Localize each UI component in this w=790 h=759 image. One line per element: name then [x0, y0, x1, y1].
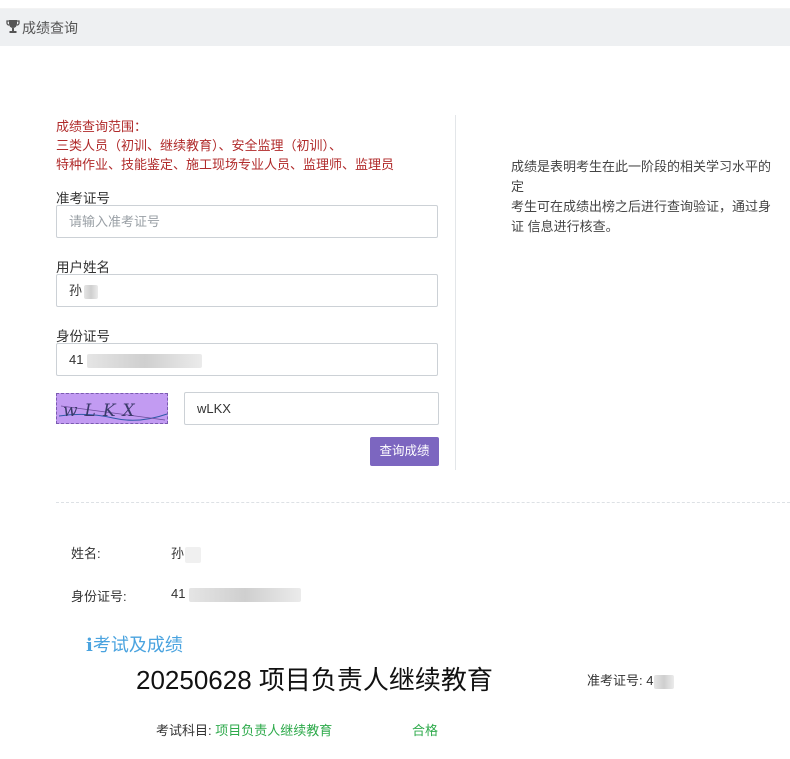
- scope-line: 特种作业、技能鉴定、施工现场专业人员、监理师、监理员: [56, 157, 395, 172]
- redacted-mask: [189, 587, 302, 602]
- redacted-mask: [87, 353, 203, 368]
- id-input[interactable]: 41: [56, 343, 438, 376]
- captcha-image[interactable]: wLKX: [56, 393, 168, 424]
- ticket-input[interactable]: 请输入准考证号: [56, 205, 438, 238]
- result-ticket-value: 4: [646, 673, 654, 688]
- query-scope: 成绩查询范围： 三类人员（初训、继续教育）、安全监理（初训）、 特种作业、技能鉴…: [56, 117, 394, 174]
- section-title: i考试及成绩: [86, 631, 183, 657]
- redacted-mask: [654, 674, 675, 689]
- subject-value: 项目负责人继续教育: [215, 723, 333, 738]
- info-text: 成绩是表明考生在此一阶段的相关学习水平的 定 考生可在成绩出榜之后进行查询验证，…: [511, 157, 790, 237]
- redacted-mask: [84, 284, 99, 299]
- pass-status: 合格: [412, 723, 439, 738]
- name-input[interactable]: 孙: [56, 274, 438, 307]
- result-name-text: 孙: [171, 546, 185, 561]
- info-line: 成绩是表明考生在此一阶段的相关学习水平的: [511, 159, 772, 174]
- section-divider: [56, 502, 790, 503]
- captcha-text: wLKX: [63, 401, 142, 421]
- result-name-value: 孙: [171, 543, 202, 563]
- ticket-label: 准考证号: [56, 191, 110, 206]
- result-ticket-label: 准考证号:: [587, 673, 643, 688]
- subject-row: 考试科目: 项目负责人继续教育: [156, 720, 332, 739]
- trophy-icon: [6, 20, 20, 33]
- id-label: 身份证号: [56, 329, 110, 344]
- name-label: 用户姓名: [56, 260, 110, 275]
- query-button[interactable]: 查询成绩: [370, 437, 439, 466]
- info-line: 定: [511, 179, 525, 194]
- result-name-label: 姓名:: [71, 546, 101, 561]
- info-line: 证 信息进行核查。: [511, 219, 619, 234]
- page-header: 成绩查询: [0, 8, 790, 46]
- exam-title: 20250628 项目负责人继续教育: [136, 665, 493, 695]
- info-icon: i: [86, 635, 93, 656]
- name-value: 孙: [69, 283, 83, 298]
- divider: [455, 115, 456, 470]
- result-id-label: 身份证号:: [71, 589, 127, 604]
- info-line: 考生可在成绩出榜之后进行查询验证，通过身: [511, 199, 772, 214]
- scope-line: 三类人员（初训、继续教育）、安全监理（初训）、: [56, 138, 343, 153]
- result-id-text: 41: [171, 586, 186, 601]
- id-value: 41: [69, 352, 84, 367]
- captcha-input[interactable]: wLKX: [184, 392, 439, 425]
- result-id-value: 41: [171, 586, 302, 602]
- redacted-mask: [185, 546, 202, 563]
- scope-heading: 成绩查询范围：: [56, 119, 148, 134]
- section-title-text: 考试及成绩: [92, 635, 183, 655]
- page-title: 成绩查询: [22, 20, 78, 36]
- subject-label: 考试科目:: [156, 723, 212, 738]
- result-ticket: 准考证号: 4: [587, 670, 675, 689]
